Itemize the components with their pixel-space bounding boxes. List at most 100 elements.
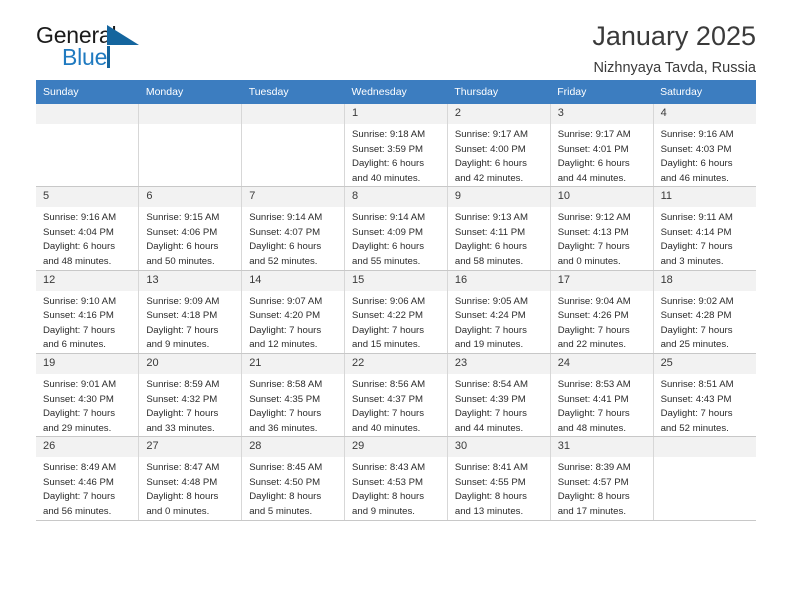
calendar-page: General Blue January 2025 Nizhnyaya Tavd… [0,0,792,612]
sun-info-sunrise: Sunrise: 8:45 AM [249,462,323,474]
sun-info-daylight1: Daylight: 8 hours [146,491,219,503]
day-number: 3 [550,104,653,124]
sun-info-daylight2: and 52 minutes. [249,256,318,268]
sun-info-daylight2: and 29 minutes. [43,422,112,434]
calendar-day-cell-empty [241,104,346,188]
day-number: 30 [447,437,550,458]
calendar-day-cell[interactable]: 12 Sunrise: 9:10 AM Sunset: 4:16 PM Dayligh… [36,270,140,354]
sun-info-sunset: Sunset: 4:01 PM [557,143,629,155]
weekday-header-friday: Friday [550,80,654,104]
calendar-day-cell[interactable]: 1 Sunrise: 9:18 AM Sunset: 3:59 PM Daylight… [344,104,448,188]
day-number: 14 [242,270,345,291]
calendar-day-cell[interactable]: 23 Sunrise: 8:54 AM Sunset: 4:39 PM Dayligh… [447,353,551,438]
sun-info-daylight2: and 3 minutes. [660,256,724,268]
sun-info: Sunrise: 9:05 AM Sunset: 4:24 PM Daylight:… [448,291,550,353]
calendar-day-cell[interactable]: 16 Sunrise: 9:05 AM Sunset: 4:24 PM Dayligh… [447,270,551,354]
sun-info: Sunrise: 9:18 AM Sunset: 3:59 PM Daylight:… [345,124,447,186]
calendar-day-cell[interactable]: 26 Sunrise: 8:49 AM Sunset: 4:46 PM Dayligh… [36,436,140,521]
title-block: January 2025 Nizhnyaya Tavda, Russia [592,21,756,77]
day-number: 8 [345,187,447,208]
sun-info-sunset: Sunset: 4:46 PM [43,476,114,488]
sun-info-daylight1: Daylight: 8 hours [557,491,630,503]
sun-info-sunset: Sunset: 4:06 PM [146,226,218,238]
calendar-day-cell[interactable]: 20 Sunrise: 8:59 AM Sunset: 4:32 PM Dayligh… [138,353,243,438]
calendar-day-cell[interactable]: 18 Sunrise: 9:02 AM Sunset: 4:28 PM Dayligh… [653,270,756,354]
calendar-day-cell[interactable]: 10 Sunrise: 9:12 AM Sunset: 4:13 PM Dayligh… [550,186,654,271]
calendar-day-cell[interactable]: 5 Sunrise: 9:16 AM Sunset: 4:04 PM Daylight… [36,186,140,271]
sun-info-daylight2: and 0 minutes. [557,256,621,268]
calendar-day-cell[interactable]: 17 Sunrise: 9:04 AM Sunset: 4:26 PM Dayligh… [550,270,654,354]
calendar-day-cell[interactable]: 14 Sunrise: 9:07 AM Sunset: 4:20 PM Dayligh… [241,270,346,354]
weekday-header-monday: Monday [138,80,242,104]
sun-info-sunset: Sunset: 4:14 PM [660,226,732,238]
calendar-day-cell[interactable]: 9 Sunrise: 9:13 AM Sunset: 4:11 PM Daylight… [447,186,551,271]
sun-info-daylight2: and 50 minutes. [146,256,215,268]
calendar-day-cell[interactable]: 24 Sunrise: 8:53 AM Sunset: 4:41 PM Dayligh… [550,353,654,438]
calendar-day-cell[interactable]: 19 Sunrise: 9:01 AM Sunset: 4:30 PM Dayligh… [36,353,140,438]
sun-info-daylight1: Daylight: 7 hours [660,408,733,420]
sun-info: Sunrise: 8:58 AM Sunset: 4:35 PM Daylight:… [242,374,344,436]
calendar-day-cell[interactable]: 21 Sunrise: 8:58 AM Sunset: 4:35 PM Dayligh… [241,353,346,438]
sun-info-daylight2: and 36 minutes. [249,422,318,434]
sun-info-sunset: Sunset: 4:13 PM [557,226,629,238]
calendar-day-cell[interactable]: 13 Sunrise: 9:09 AM Sunset: 4:18 PM Dayligh… [138,270,243,354]
general-blue-logo[interactable]: General Blue [36,22,156,76]
calendar-day-cell[interactable]: 29 Sunrise: 8:43 AM Sunset: 4:53 PM Dayligh… [344,436,448,521]
calendar-week-row: 26 Sunrise: 8:49 AM Sunset: 4:46 PM Dayligh… [36,436,756,521]
calendar-week-row: 5 Sunrise: 9:16 AM Sunset: 4:04 PM Daylight… [36,186,756,271]
sun-info-sunset: Sunset: 4:39 PM [454,393,526,405]
calendar-day-cell-empty [36,104,140,188]
sun-info: Sunrise: 9:12 AM Sunset: 4:13 PM Daylight:… [551,207,653,269]
sun-info-sunrise: Sunrise: 8:59 AM [146,378,220,390]
sun-info: Sunrise: 9:16 AM Sunset: 4:03 PM Daylight:… [654,124,756,186]
sun-info-sunset: Sunset: 4:07 PM [249,226,321,238]
calendar-day-cell[interactable]: 11 Sunrise: 9:11 AM Sunset: 4:14 PM Dayligh… [653,186,756,271]
day-number: 25 [653,353,756,374]
calendar-day-cell-empty [138,104,243,188]
sun-info: Sunrise: 9:17 AM Sunset: 4:00 PM Daylight:… [448,124,550,186]
sun-info-daylight1: Daylight: 6 hours [146,241,219,253]
sun-info: Sunrise: 8:47 AM Sunset: 4:48 PM Daylight:… [139,457,241,519]
sun-info: Sunrise: 8:45 AM Sunset: 4:50 PM Daylight:… [242,457,344,519]
calendar-day-cell[interactable]: 15 Sunrise: 9:06 AM Sunset: 4:22 PM Dayligh… [344,270,448,354]
sun-info-sunrise: Sunrise: 9:02 AM [660,295,734,307]
day-number: 21 [242,353,345,374]
sun-info-daylight2: and 46 minutes. [660,172,729,184]
sun-info: Sunrise: 9:09 AM Sunset: 4:18 PM Daylight:… [139,291,241,353]
sun-info-daylight1: Daylight: 6 hours [660,158,733,170]
sun-info-daylight1: Daylight: 7 hours [454,324,527,336]
calendar-day-cell[interactable]: 22 Sunrise: 8:56 AM Sunset: 4:37 PM Dayligh… [344,353,448,438]
calendar-day-cell[interactable]: 8 Sunrise: 9:14 AM Sunset: 4:09 PM Daylight… [344,186,448,271]
day-number: 10 [550,187,653,208]
page-title: January 2025 [592,21,756,51]
calendar-day-cell[interactable]: 31 Sunrise: 8:39 AM Sunset: 4:57 PM Dayligh… [550,436,654,521]
sun-info: Sunrise: 8:54 AM Sunset: 4:39 PM Daylight:… [448,374,550,436]
sun-info-daylight1: Daylight: 8 hours [249,491,322,503]
calendar-day-cell[interactable]: 27 Sunrise: 8:47 AM Sunset: 4:48 PM Dayligh… [138,436,243,521]
calendar-day-cell[interactable]: 25 Sunrise: 8:51 AM Sunset: 4:43 PM Dayligh… [653,353,756,438]
sun-info-sunrise: Sunrise: 8:41 AM [454,462,528,474]
calendar-day-cell[interactable]: 28 Sunrise: 8:45 AM Sunset: 4:50 PM Dayligh… [241,436,346,521]
sun-info-sunrise: Sunrise: 8:53 AM [557,378,631,390]
sun-info-sunset: Sunset: 4:55 PM [454,476,526,488]
sun-info-daylight1: Daylight: 6 hours [454,241,527,253]
day-number: 23 [447,353,550,374]
triangle-icon [107,25,139,45]
sun-info: Sunrise: 8:43 AM Sunset: 4:53 PM Daylight:… [345,457,447,519]
sun-info-sunrise: Sunrise: 9:10 AM [43,295,117,307]
sun-info: Sunrise: 9:17 AM Sunset: 4:01 PM Daylight:… [551,124,653,186]
calendar-day-cell[interactable]: 6 Sunrise: 9:15 AM Sunset: 4:06 PM Daylight… [138,186,243,271]
sun-info-sunset: Sunset: 4:30 PM [43,393,114,405]
calendar-day-cell[interactable]: 3 Sunrise: 9:17 AM Sunset: 4:01 PM Daylight… [550,104,654,188]
calendar-day-cell[interactable]: 30 Sunrise: 8:41 AM Sunset: 4:55 PM Dayligh… [447,436,551,521]
calendar-day-cell[interactable]: 2 Sunrise: 9:17 AM Sunset: 4:00 PM Daylight… [447,104,551,188]
sun-info-daylight2: and 25 minutes. [660,339,729,351]
day-number [36,104,139,124]
sun-info-sunrise: Sunrise: 9:04 AM [557,295,631,307]
sun-info-sunset: Sunset: 4:48 PM [146,476,218,488]
sun-info-daylight1: Daylight: 7 hours [557,408,630,420]
sun-info-daylight1: Daylight: 8 hours [454,491,527,503]
calendar-day-cell[interactable]: 7 Sunrise: 9:14 AM Sunset: 4:07 PM Daylight… [241,186,346,271]
sun-info: Sunrise: 9:14 AM Sunset: 4:07 PM Daylight:… [242,207,344,269]
calendar-day-cell[interactable]: 4 Sunrise: 9:16 AM Sunset: 4:03 PM Daylight… [653,104,756,188]
